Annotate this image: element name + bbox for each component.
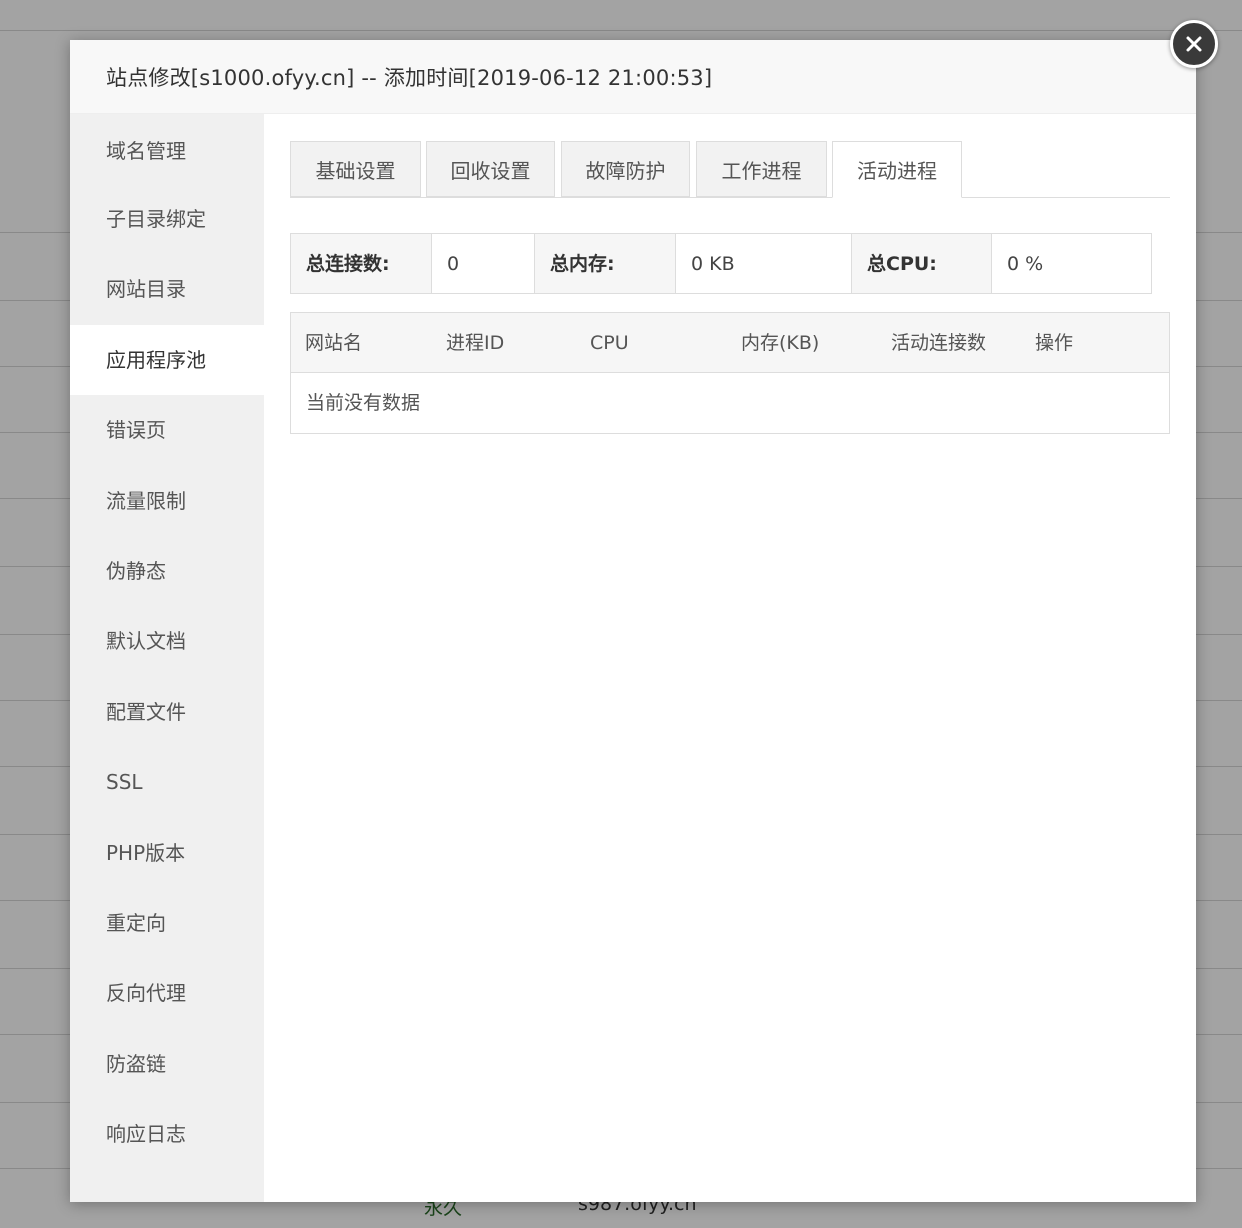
- column-active-connections: 活动连接数: [891, 332, 987, 354]
- total-cpu-label: 总CPU:: [852, 234, 992, 293]
- sidebar-item-redirect[interactable]: 重定向: [70, 888, 264, 958]
- tab-recycle-settings[interactable]: 回收设置: [426, 141, 555, 197]
- column-actions: 操作: [1035, 332, 1074, 354]
- total-cpu-value: 0 %: [992, 234, 1151, 293]
- site-edit-modal: 站点修改[s1000.ofyy.cn] -- 添加时间[2019-06-12 2…: [70, 40, 1196, 1202]
- sidebar-item-response-log[interactable]: 响应日志: [70, 1099, 264, 1169]
- column-process-id: 进程ID: [446, 332, 505, 354]
- total-memory-label: 总内存:: [535, 234, 676, 293]
- sidebar-item-reverse-proxy[interactable]: 反向代理: [70, 958, 264, 1028]
- sidebar-item-subdir-binding[interactable]: 子目录绑定: [70, 184, 264, 254]
- total-connections-value: 0: [432, 234, 535, 293]
- column-cpu: CPU: [590, 332, 629, 354]
- sidebar-item-ssl[interactable]: SSL: [70, 747, 264, 817]
- modal-header: 站点修改[s1000.ofyy.cn] -- 添加时间[2019-06-12 2…: [70, 40, 1196, 114]
- sidebar-item-error-page[interactable]: 错误页: [70, 395, 264, 465]
- sidebar-item-domain[interactable]: 域名管理: [70, 114, 264, 184]
- sidebar-item-hotlink-protection[interactable]: 防盗链: [70, 1029, 264, 1099]
- app-pool-tabs: 基础设置 回收设置 故障防护 工作进程 活动进程: [290, 141, 1170, 198]
- modal-body: 域名管理 子目录绑定 网站目录 应用程序池 错误页 流量限制 伪静态 默认文档 …: [70, 114, 1196, 1202]
- sidebar-item-site-directory[interactable]: 网站目录: [70, 254, 264, 324]
- sidebar-item-traffic-limit[interactable]: 流量限制: [70, 466, 264, 536]
- tab-worker-process[interactable]: 工作进程: [696, 141, 827, 197]
- close-button[interactable]: [1170, 20, 1218, 68]
- sidebar-item-php-version[interactable]: PHP版本: [70, 818, 264, 888]
- total-memory-value: 0 KB: [676, 234, 852, 293]
- process-stats: 总连接数: 0 总内存: 0 KB 总CPU: 0 %: [290, 233, 1152, 294]
- tab-basic-settings[interactable]: 基础设置: [290, 141, 421, 197]
- tab-fault-protection[interactable]: 故障防护: [561, 141, 690, 197]
- tab-active-process[interactable]: 活动进程: [832, 141, 962, 198]
- close-icon: [1186, 36, 1202, 52]
- sidebar-item-default-doc[interactable]: 默认文档: [70, 606, 264, 676]
- column-site-name: 网站名: [305, 332, 363, 354]
- process-table: 网站名 进程ID CPU 内存(KB) 活动连接数 操作 当前没有数据: [290, 312, 1170, 434]
- sidebar-item-rewrite[interactable]: 伪静态: [70, 536, 264, 606]
- sidebar-item-app-pool[interactable]: 应用程序池: [70, 324, 264, 396]
- column-memory: 内存(KB): [741, 332, 820, 354]
- process-table-empty: 当前没有数据: [306, 392, 421, 414]
- process-table-header: 网站名 进程ID CPU 内存(KB) 活动连接数 操作: [291, 313, 1169, 373]
- modal-title: 站点修改[s1000.ofyy.cn] -- 添加时间[2019-06-12 2…: [106, 65, 713, 90]
- app-pool-content: 基础设置 回收设置 故障防护 工作进程 活动进程 总连接数: 0 总内存: 0 …: [290, 114, 1170, 1202]
- total-connections-label: 总连接数:: [291, 234, 432, 293]
- settings-sidebar: 域名管理 子目录绑定 网站目录 应用程序池 错误页 流量限制 伪静态 默认文档 …: [70, 114, 264, 1202]
- sidebar-item-config-file[interactable]: 配置文件: [70, 677, 264, 747]
